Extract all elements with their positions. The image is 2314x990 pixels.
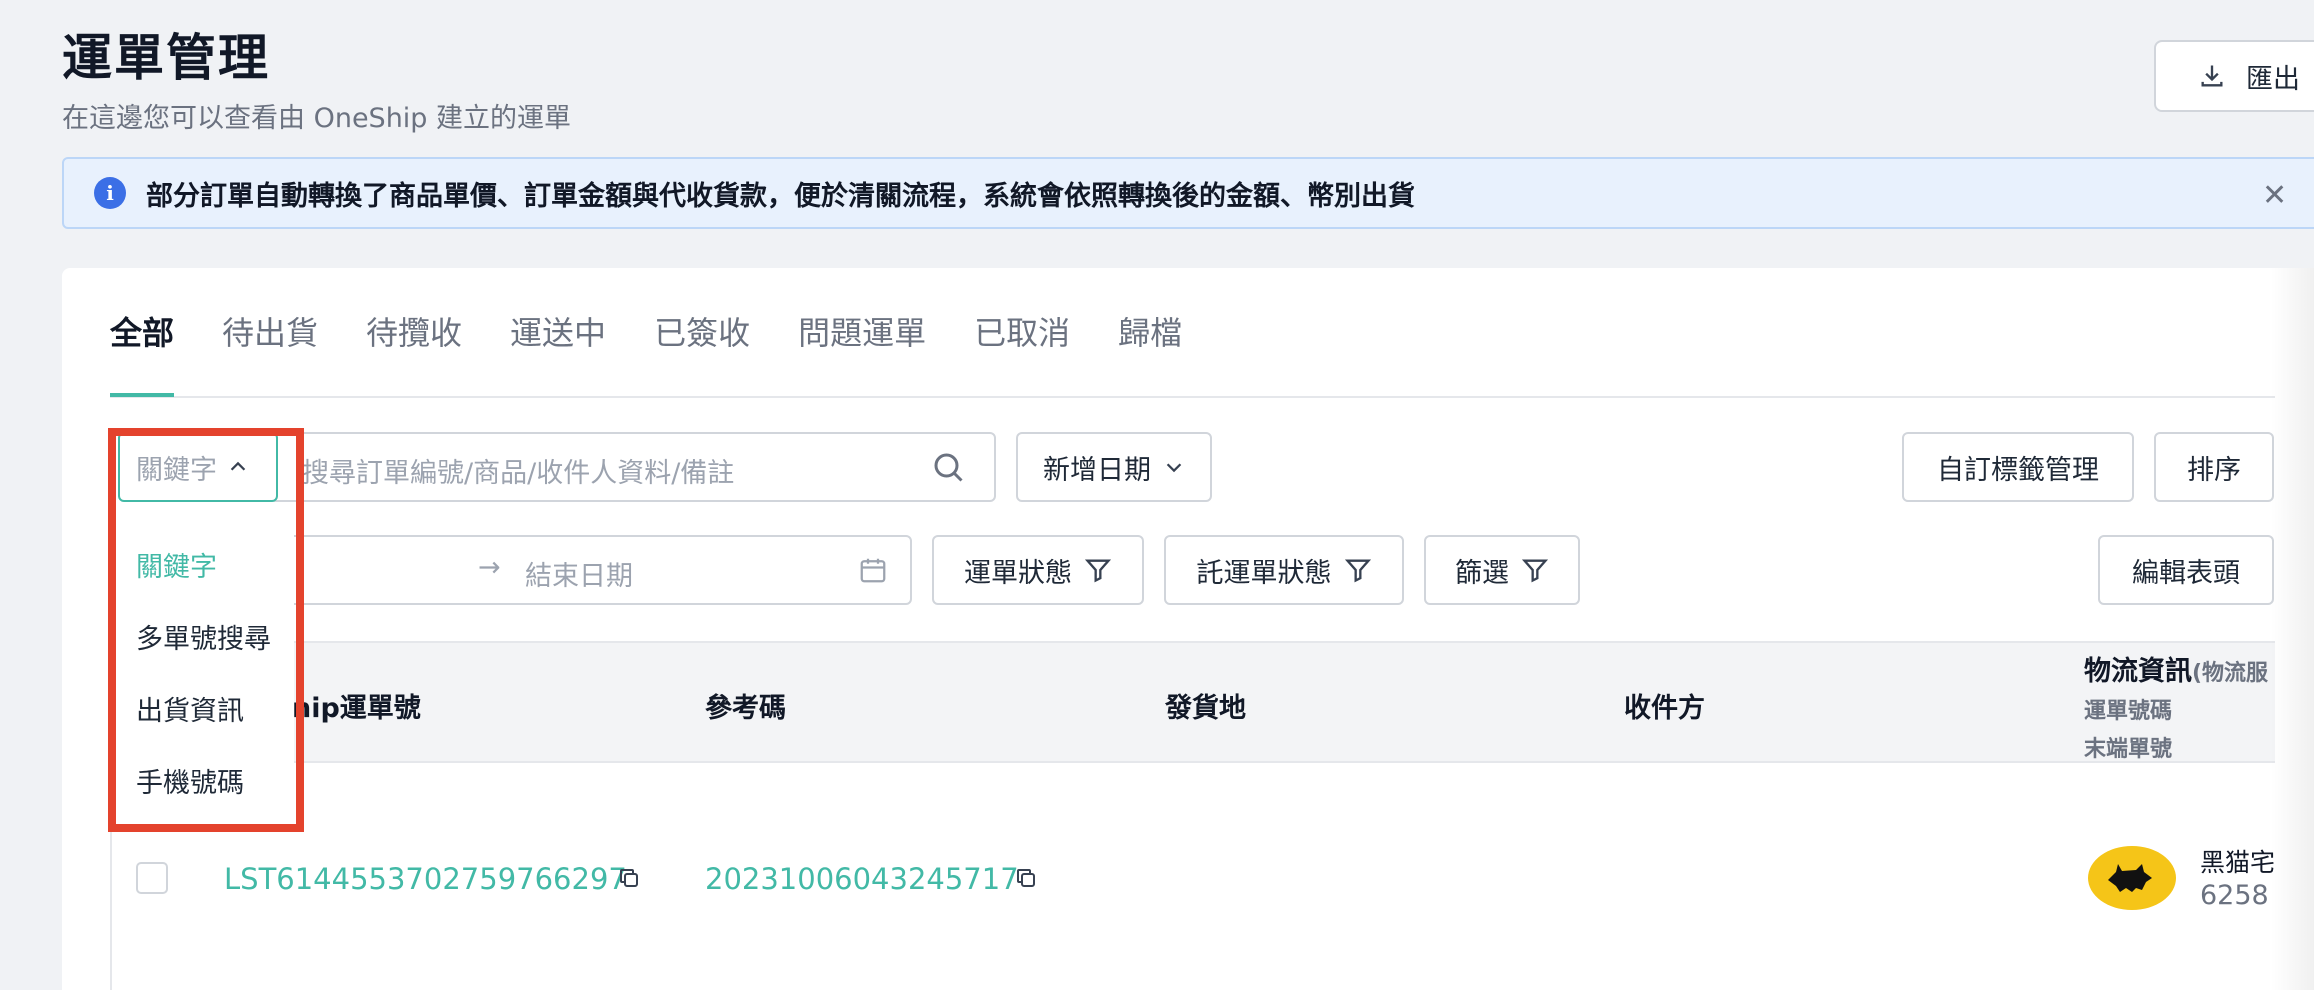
col-logistics-note: (物流服 (2192, 661, 2269, 686)
col-logistics-last-mile: 末端單號 (2084, 737, 2173, 762)
black-cat-icon (2108, 864, 2152, 892)
copy-icon[interactable] (1014, 866, 1038, 890)
sort-button[interactable]: 排序 (2154, 432, 2274, 502)
filter-button[interactable]: 篩選 (1424, 535, 1580, 605)
filter-icon (1084, 559, 1112, 583)
date-type-select[interactable]: 新增日期 (1016, 432, 1212, 502)
tab-bar: 全部 待出貨 待攬收 運送中 已簽收 問題運單 已取消 歸檔 (110, 308, 1182, 354)
page-title: 運單管理 (62, 29, 270, 87)
copy-icon[interactable] (617, 866, 641, 890)
end-date-placeholder: 結束日期 (525, 561, 633, 592)
tab-all[interactable]: 全部 (110, 308, 174, 354)
search-placeholder: 搜尋訂單編號/商品/收件人資料/備註 (302, 458, 735, 489)
info-icon: i (94, 177, 126, 209)
tab-pending-pickup[interactable]: 待攬收 (366, 308, 462, 354)
reference-link[interactable]: 20231006043245717 (705, 862, 1019, 896)
tab-delivered[interactable]: 已簽收 (654, 308, 750, 354)
tab-archived[interactable]: 歸檔 (1118, 308, 1182, 354)
col-logistics-label: 物流資訊 (2084, 656, 2192, 687)
row-checkbox[interactable] (136, 862, 168, 894)
info-banner: i 部分訂單自動轉換了商品單價、訂單金額與代收貨款，便於清關流程，系統會依照轉換… (62, 157, 2314, 229)
filter-icon (1344, 559, 1371, 583)
status-filter-button[interactable]: 運單狀態 (932, 535, 1144, 605)
download-icon (2201, 65, 2223, 87)
tab-pending-shipment[interactable]: 待出貨 (222, 308, 318, 354)
consignment-status-filter-button[interactable]: 託運單狀態 (1164, 535, 1404, 605)
tab-problem[interactable]: 問題運單 (798, 308, 926, 354)
col-logistics-tracking: 運單號碼 (2084, 699, 2173, 724)
consignment-status-label: 託運單狀態 (1196, 557, 1332, 589)
tab-cancelled[interactable]: 已取消 (974, 308, 1070, 354)
chevron-down-icon (1166, 463, 1182, 473)
close-icon[interactable]: ✕ (2262, 178, 2287, 213)
highlight-box (108, 428, 304, 832)
calendar-icon (860, 558, 886, 583)
status-filter-label: 運單狀態 (964, 557, 1072, 589)
scroll-shadow (2270, 268, 2314, 990)
col-reference: 參考碼 (705, 693, 786, 724)
filter-label: 篩選 (1455, 557, 1509, 589)
col-origin: 發貨地 (1165, 693, 1246, 724)
date-type-label: 新增日期 (1043, 454, 1151, 486)
banner-text: 部分訂單自動轉換了商品單價、訂單金額與代收貨款，便於清關流程，系統會依照轉換後的… (146, 180, 1415, 212)
carrier-logo (2088, 846, 2176, 910)
carrier-name: 黑猫宅 (2200, 848, 2276, 877)
carrier-tracking-number: 6258 (2200, 880, 2269, 911)
tab-in-transit[interactable]: 運送中 (510, 308, 606, 354)
search-icon[interactable] (930, 449, 966, 485)
edit-columns-button[interactable]: 編輯表頭 (2098, 535, 2274, 605)
oneship-number-link[interactable]: LST6144553702759766297 (224, 862, 627, 896)
col-recipient: 收件方 (1624, 693, 1705, 724)
export-label: 匯出 (2246, 63, 2300, 95)
export-button[interactable]: 匯出 (2154, 40, 2314, 112)
filter-icon (1521, 559, 1549, 583)
page-subtitle: 在這邊您可以查看由 OneShip 建立的運單 (62, 103, 572, 134)
col-oneship-number: nip運單號 (292, 693, 421, 724)
tabs-divider (110, 396, 2275, 398)
active-tab-indicator (110, 393, 174, 397)
date-range-arrow: → (478, 552, 501, 583)
tag-manage-button[interactable]: 自訂標籤管理 (1902, 432, 2134, 502)
col-logistics: 物流資訊(物流服 (2084, 649, 2268, 688)
